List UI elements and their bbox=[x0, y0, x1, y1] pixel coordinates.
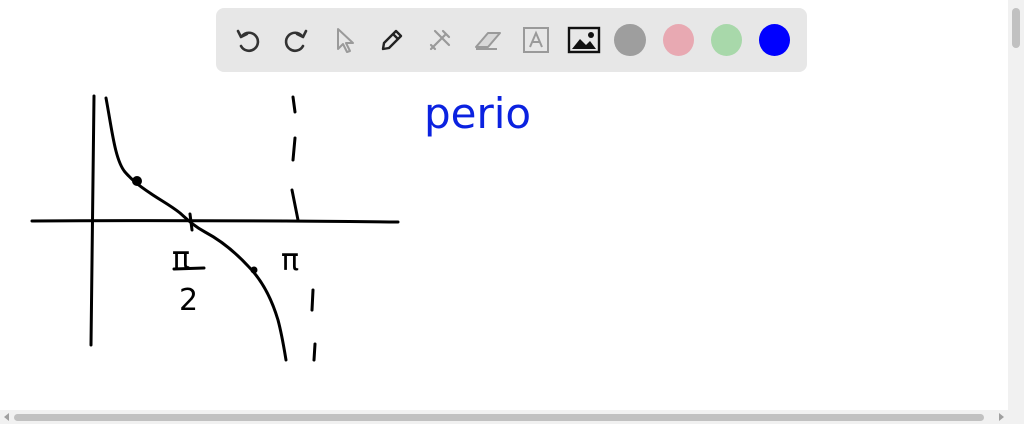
tick-half-pi bbox=[188, 212, 194, 232]
pen-button[interactable] bbox=[374, 22, 409, 58]
undo-icon bbox=[236, 29, 259, 53]
text-button[interactable] bbox=[518, 22, 553, 58]
eraser-button[interactable] bbox=[470, 22, 505, 58]
half-pi-numerator: π bbox=[172, 241, 190, 276]
horizontal-scroll-thumb[interactable] bbox=[14, 414, 984, 421]
fraction-bar bbox=[172, 266, 206, 271]
image-icon bbox=[567, 26, 601, 54]
redo-icon bbox=[284, 29, 307, 53]
tools-icon bbox=[429, 29, 450, 51]
undo-button[interactable] bbox=[230, 22, 265, 58]
horizontal-scrollbar[interactable] bbox=[0, 410, 1024, 424]
y-axis-stroke bbox=[89, 94, 96, 347]
asymptote-dashed-line bbox=[290, 95, 317, 362]
vertical-scroll-thumb[interactable] bbox=[1012, 8, 1020, 48]
select-button[interactable] bbox=[326, 22, 361, 58]
tools-button[interactable] bbox=[422, 22, 457, 58]
redo-button[interactable] bbox=[278, 22, 313, 58]
curve-stroke bbox=[104, 96, 288, 362]
drawing-toolbar bbox=[216, 8, 807, 72]
pi-label: π bbox=[281, 243, 299, 278]
curve-point-dot bbox=[132, 176, 142, 186]
image-button[interactable] bbox=[566, 22, 601, 58]
pointer-icon bbox=[336, 28, 354, 53]
eraser-icon bbox=[474, 32, 501, 50]
color-swatch-green[interactable] bbox=[710, 24, 742, 56]
half-pi-denominator: 2 bbox=[179, 283, 198, 318]
curve-point-dot bbox=[250, 266, 258, 274]
whiteboard-app: π 2 π perio bbox=[0, 0, 1024, 424]
x-axis-stroke bbox=[30, 219, 400, 224]
handwritten-text: perio bbox=[424, 89, 531, 138]
color-swatch-blue[interactable] bbox=[758, 24, 790, 56]
color-swatch-pink[interactable] bbox=[662, 24, 694, 56]
scroll-left-arrow-icon[interactable] bbox=[4, 413, 9, 421]
text-box-icon bbox=[522, 27, 549, 53]
scroll-right-arrow-icon[interactable] bbox=[999, 413, 1004, 421]
vertical-scrollbar[interactable] bbox=[1008, 0, 1024, 410]
pen-icon bbox=[381, 29, 402, 51]
color-swatch-gray[interactable] bbox=[614, 24, 646, 56]
